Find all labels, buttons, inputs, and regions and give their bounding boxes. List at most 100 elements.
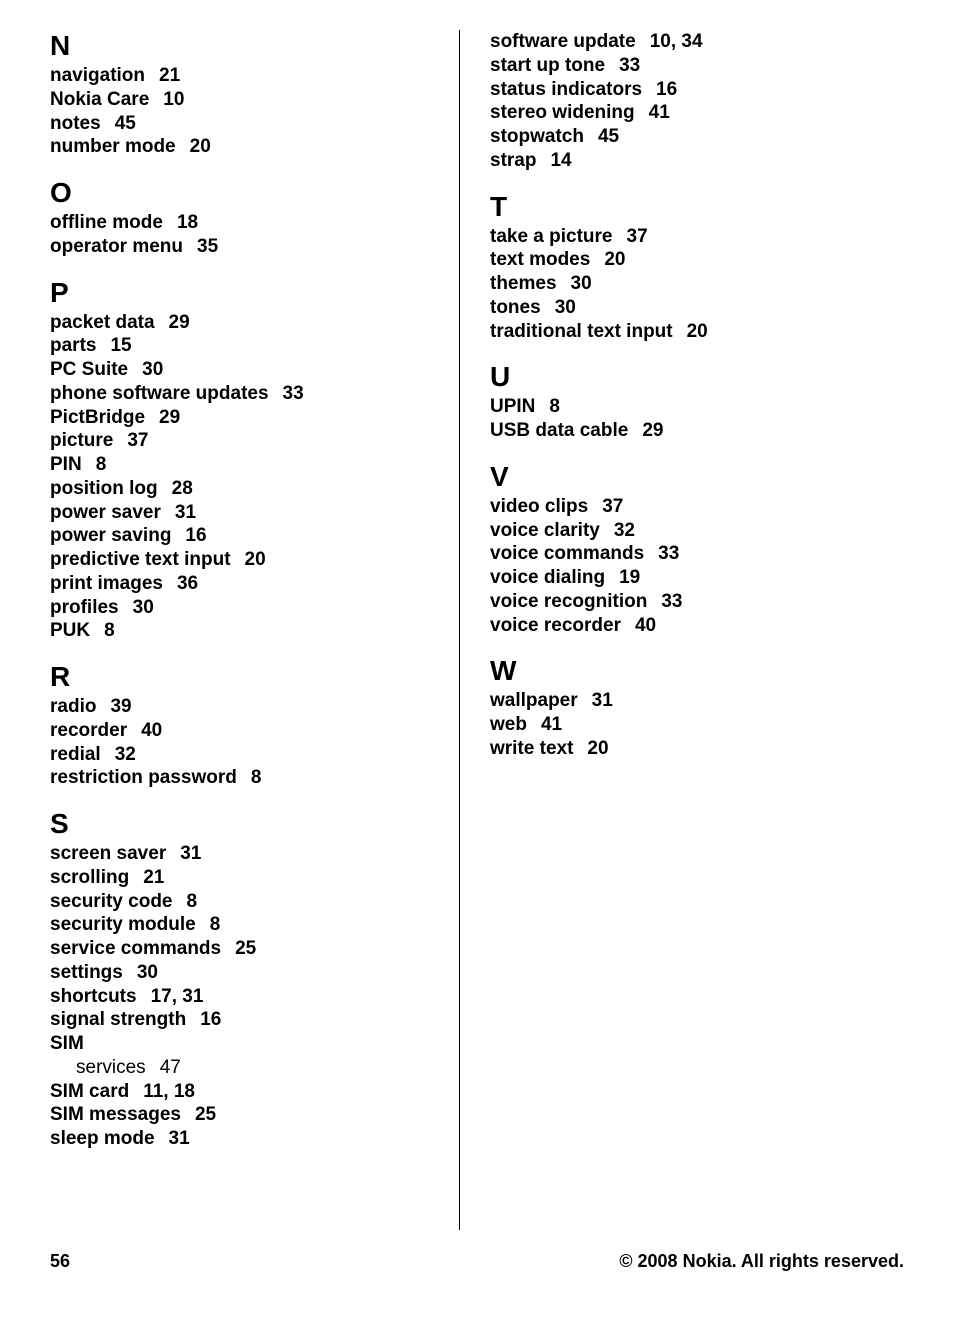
index-pages: 33 <box>661 591 682 612</box>
index-pages: 17, 31 <box>151 986 204 1007</box>
index-pages: 20 <box>687 321 708 342</box>
index-entry: software update 10, 34 <box>490 30 884 54</box>
index-pages: 16 <box>656 79 677 100</box>
index-term: UPIN <box>490 396 535 417</box>
index-term: operator menu <box>50 236 183 257</box>
index-pages: 20 <box>587 738 608 759</box>
index-entry: restriction password8 <box>50 766 444 790</box>
index-pages: 19 <box>619 567 640 588</box>
index-term: SIM <box>50 1033 84 1054</box>
index-pages: 41 <box>541 714 562 735</box>
index-term: SIM card <box>50 1081 129 1102</box>
index-term: voice clarity <box>490 520 600 541</box>
index-pages: 37 <box>627 226 648 247</box>
index-letter: S <box>50 808 444 840</box>
index-term: security code <box>50 891 173 912</box>
index-term: predictive text input <box>50 549 231 570</box>
index-entry: settings30 <box>50 961 444 985</box>
index-term: settings <box>50 962 123 983</box>
index-pages: 41 <box>649 102 670 123</box>
index-pages: 8 <box>210 914 221 935</box>
index-entry: UPIN 8 <box>490 395 884 419</box>
index-pages: 15 <box>110 335 131 356</box>
index-pages: 37 <box>127 430 148 451</box>
index-entry: PC Suite30 <box>50 358 444 382</box>
index-entry: scrolling21 <box>50 866 444 890</box>
index-pages: 8 <box>549 396 560 417</box>
index-entry: Nokia Care10 <box>50 88 444 112</box>
index-entry: web41 <box>490 713 884 737</box>
index-term: USB data cable <box>490 420 628 441</box>
index-term: shortcuts <box>50 986 137 1007</box>
index-entry: strap14 <box>490 149 884 173</box>
index-term: power saver <box>50 502 161 523</box>
index-pages: 16 <box>185 525 206 546</box>
index-pages: 31 <box>592 690 613 711</box>
index-pages: 10, 34 <box>650 31 703 52</box>
index-entry: SIM card11, 18 <box>50 1080 444 1104</box>
index-pages: 31 <box>180 843 201 864</box>
index-pages: 40 <box>635 615 656 636</box>
index-entry: notes45 <box>50 112 444 136</box>
index-term: take a picture <box>490 226 613 247</box>
index-term: position log <box>50 478 158 499</box>
index-pages: 45 <box>598 126 619 147</box>
index-pages: 29 <box>159 407 180 428</box>
index-entry: sleep mode31 <box>50 1127 444 1151</box>
index-pages: 25 <box>195 1104 216 1125</box>
index-pages: 31 <box>169 1128 190 1149</box>
index-pages: 47 <box>160 1057 181 1078</box>
index-term: navigation <box>50 65 145 86</box>
index-entry: screen saver31 <box>50 842 444 866</box>
index-page: Nnavigation21Nokia Care10notes45number m… <box>0 0 954 1322</box>
index-term: recorder <box>50 720 127 741</box>
index-term: PIN <box>50 454 82 475</box>
index-term: offline mode <box>50 212 163 233</box>
index-entry: signal strength16 <box>50 1008 444 1032</box>
index-entry: SIM <box>50 1032 444 1056</box>
index-pages: 8 <box>104 620 115 641</box>
index-pages: 33 <box>283 383 304 404</box>
index-entry: packet data29 <box>50 311 444 335</box>
index-pages: 18 <box>177 212 198 233</box>
index-letter: P <box>50 277 444 309</box>
index-entry: offline mode 18 <box>50 211 444 235</box>
index-entry: service commands25 <box>50 937 444 961</box>
index-letter: O <box>50 177 444 209</box>
index-column-left: Nnavigation21Nokia Care10notes45number m… <box>50 30 460 1230</box>
index-entry: PUK8 <box>50 619 444 643</box>
index-entry: security module8 <box>50 913 444 937</box>
index-entry: PIN8 <box>50 453 444 477</box>
index-entry: security code8 <box>50 890 444 914</box>
index-pages: 32 <box>614 520 635 541</box>
index-pages: 33 <box>619 55 640 76</box>
index-term: software update <box>490 31 636 52</box>
index-term: packet data <box>50 312 155 333</box>
index-term: voice commands <box>490 543 644 564</box>
index-pages: 25 <box>235 938 256 959</box>
index-term: print images <box>50 573 163 594</box>
index-term: write text <box>490 738 573 759</box>
index-entry: phone software updates33 <box>50 382 444 406</box>
index-pages: 14 <box>550 150 571 171</box>
index-entry: recorder40 <box>50 719 444 743</box>
index-pages: 30 <box>555 297 576 318</box>
index-pages: 28 <box>172 478 193 499</box>
index-entry: PictBridge29 <box>50 406 444 430</box>
index-term: signal strength <box>50 1009 186 1030</box>
index-entry: voice commands33 <box>490 542 884 566</box>
index-entry: operator menu35 <box>50 235 444 259</box>
index-pages: 30 <box>142 359 163 380</box>
index-entry: stopwatch45 <box>490 125 884 149</box>
index-pages: 30 <box>133 597 154 618</box>
index-entry: text modes20 <box>490 248 884 272</box>
index-pages: 37 <box>602 496 623 517</box>
index-term: number mode <box>50 136 176 157</box>
index-pages: 36 <box>177 573 198 594</box>
index-entry: radio39 <box>50 695 444 719</box>
index-entry: power saving16 <box>50 524 444 548</box>
index-term: radio <box>50 696 96 717</box>
index-pages: 30 <box>571 273 592 294</box>
index-pages: 21 <box>143 867 164 888</box>
index-letter: U <box>490 361 884 393</box>
